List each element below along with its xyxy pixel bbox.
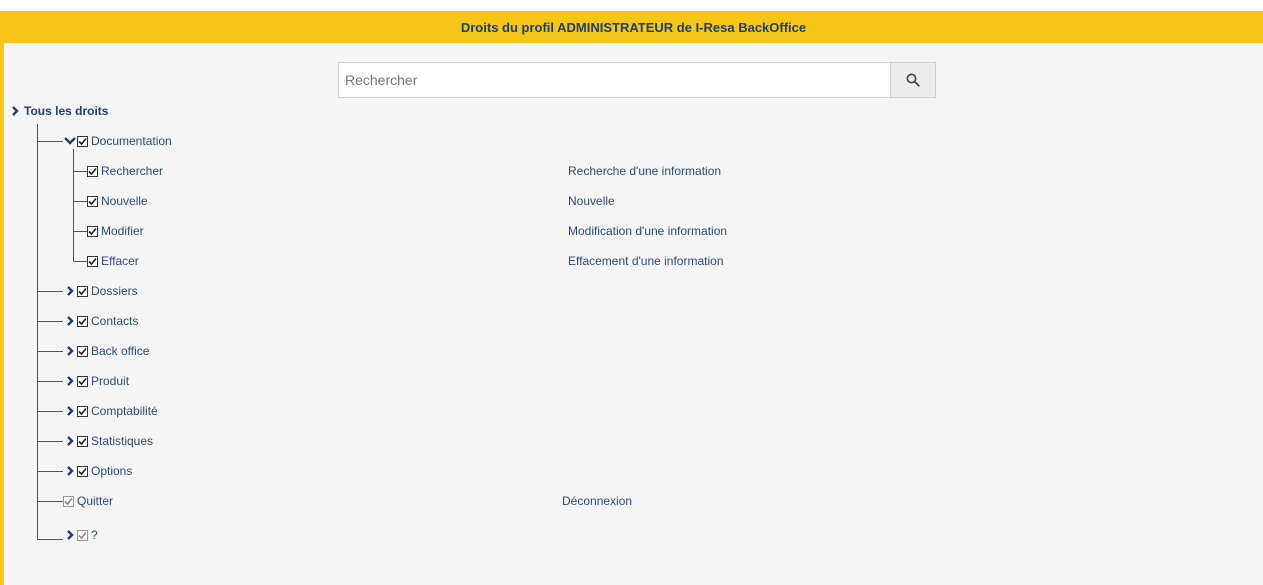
tree-node-modifier[interactable]: Modifier bbox=[87, 223, 144, 239]
tree-node-label: Rechercher bbox=[101, 164, 164, 178]
checkbox-effacer[interactable] bbox=[87, 255, 98, 267]
tree-connector bbox=[37, 381, 63, 382]
checkbox-modifier[interactable] bbox=[87, 225, 98, 237]
checkmark-icon bbox=[78, 287, 87, 295]
tree-root-label: Tous les droits bbox=[24, 104, 109, 118]
tree-connector bbox=[73, 201, 87, 202]
tree-node-label: Modifier bbox=[101, 224, 144, 238]
tree-connector bbox=[73, 171, 87, 172]
tree-node-help[interactable]: ? bbox=[63, 527, 98, 543]
checkmark-icon bbox=[88, 197, 97, 205]
tree-connector bbox=[37, 501, 63, 502]
search-input[interactable] bbox=[339, 63, 890, 97]
tree-root[interactable]: Tous les droits bbox=[10, 104, 108, 118]
tree-node-rechercher[interactable]: Rechercher bbox=[87, 163, 163, 179]
tree-connector bbox=[37, 441, 63, 442]
checkbox-quitter[interactable] bbox=[63, 495, 74, 507]
checkmark-icon bbox=[78, 531, 87, 539]
checkmark-icon bbox=[78, 407, 87, 415]
tree-node-quitter[interactable]: Quitter bbox=[63, 493, 113, 509]
checkbox-dossiers[interactable] bbox=[77, 285, 88, 297]
checkmark-icon bbox=[88, 257, 97, 265]
checkmark-icon bbox=[78, 377, 87, 385]
checkmark-icon bbox=[88, 227, 97, 235]
checkbox-nouvelle[interactable] bbox=[87, 195, 98, 207]
checkbox-statistiques[interactable] bbox=[77, 435, 88, 447]
tree-connector bbox=[37, 539, 63, 540]
tree-connector bbox=[37, 351, 63, 352]
tree-node-label: Contacts bbox=[91, 314, 139, 328]
chevron-right-icon[interactable] bbox=[63, 435, 77, 447]
tree-node-label: Dossiers bbox=[91, 284, 138, 298]
checkmark-icon bbox=[78, 347, 87, 355]
tree-node-label: Options bbox=[91, 464, 133, 478]
tree-node-comptabilite[interactable]: Comptabilité bbox=[63, 403, 158, 419]
chevron-right-icon[interactable] bbox=[63, 529, 77, 541]
checkmark-icon bbox=[64, 497, 73, 505]
tree-node-options[interactable]: Options bbox=[63, 463, 132, 479]
checkmark-icon bbox=[78, 317, 87, 325]
page-title: Droits du profil ADMINISTRATEUR de I-Res… bbox=[4, 11, 1263, 43]
tree-node-label: Produit bbox=[91, 374, 130, 388]
tree-node-produit[interactable]: Produit bbox=[63, 373, 129, 389]
checkmark-icon bbox=[78, 437, 87, 445]
search-bar bbox=[338, 62, 936, 98]
chevron-right-icon[interactable] bbox=[63, 315, 77, 327]
checkbox-back-office[interactable] bbox=[77, 345, 88, 357]
tree-node-statistiques[interactable]: Statistiques bbox=[63, 433, 153, 449]
tree-node-contacts[interactable]: Contacts bbox=[63, 313, 138, 329]
chevron-right-icon[interactable] bbox=[63, 345, 77, 357]
checkmark-icon bbox=[88, 167, 97, 175]
tree-node-back-office[interactable]: Back office bbox=[63, 343, 149, 359]
tree-node-label: Documentation bbox=[91, 134, 172, 148]
tree-node-label: Back office bbox=[91, 344, 150, 358]
tree-connector bbox=[73, 261, 87, 262]
checkbox-documentation[interactable] bbox=[77, 135, 88, 147]
tree-line bbox=[37, 124, 38, 540]
search-icon bbox=[906, 73, 920, 87]
right-description: Modification d'une information bbox=[568, 224, 728, 238]
checkbox-options[interactable] bbox=[77, 465, 88, 477]
tree-connector bbox=[37, 321, 63, 322]
right-description: Effacement d'une information bbox=[568, 254, 724, 268]
chevron-down-icon[interactable] bbox=[63, 135, 77, 147]
right-description: Nouvelle bbox=[568, 194, 615, 208]
checkbox-contacts[interactable] bbox=[77, 315, 88, 327]
tree-node-label: Quitter bbox=[77, 494, 114, 508]
tree-node-label: Nouvelle bbox=[101, 194, 148, 208]
chevron-right-icon[interactable] bbox=[63, 405, 77, 417]
tree-node-label: Statistiques bbox=[91, 434, 154, 448]
checkmark-icon bbox=[78, 467, 87, 475]
tree-node-dossiers[interactable]: Dossiers bbox=[63, 283, 138, 299]
chevron-right-icon[interactable] bbox=[63, 465, 77, 477]
tree-node-effacer[interactable]: Effacer bbox=[87, 253, 139, 269]
tree-node-label: Effacer bbox=[101, 254, 139, 268]
tree-node-documentation[interactable]: Documentation bbox=[63, 133, 172, 149]
right-description: Recherche d'une information bbox=[568, 164, 722, 178]
tree-line bbox=[73, 149, 74, 262]
tree-connector bbox=[37, 291, 63, 292]
tree-connector bbox=[73, 231, 87, 232]
chevron-right-icon[interactable] bbox=[63, 375, 77, 387]
tree-connector bbox=[37, 471, 63, 472]
chevron-right-icon[interactable] bbox=[10, 106, 20, 116]
checkbox-help[interactable] bbox=[77, 529, 88, 541]
search-button[interactable] bbox=[890, 63, 935, 97]
checkbox-rechercher[interactable] bbox=[87, 165, 98, 177]
tree-node-label: Comptabilité bbox=[91, 404, 158, 418]
chevron-right-icon[interactable] bbox=[63, 285, 77, 297]
checkbox-comptabilite[interactable] bbox=[77, 405, 88, 417]
tree-node-nouvelle[interactable]: Nouvelle bbox=[87, 193, 148, 209]
tree-connector bbox=[37, 411, 63, 412]
tree-connector bbox=[37, 141, 63, 142]
tree-node-label: ? bbox=[91, 528, 98, 542]
checkbox-produit[interactable] bbox=[77, 375, 88, 387]
checkmark-icon bbox=[78, 137, 87, 145]
right-description: Déconnexion bbox=[562, 494, 633, 508]
